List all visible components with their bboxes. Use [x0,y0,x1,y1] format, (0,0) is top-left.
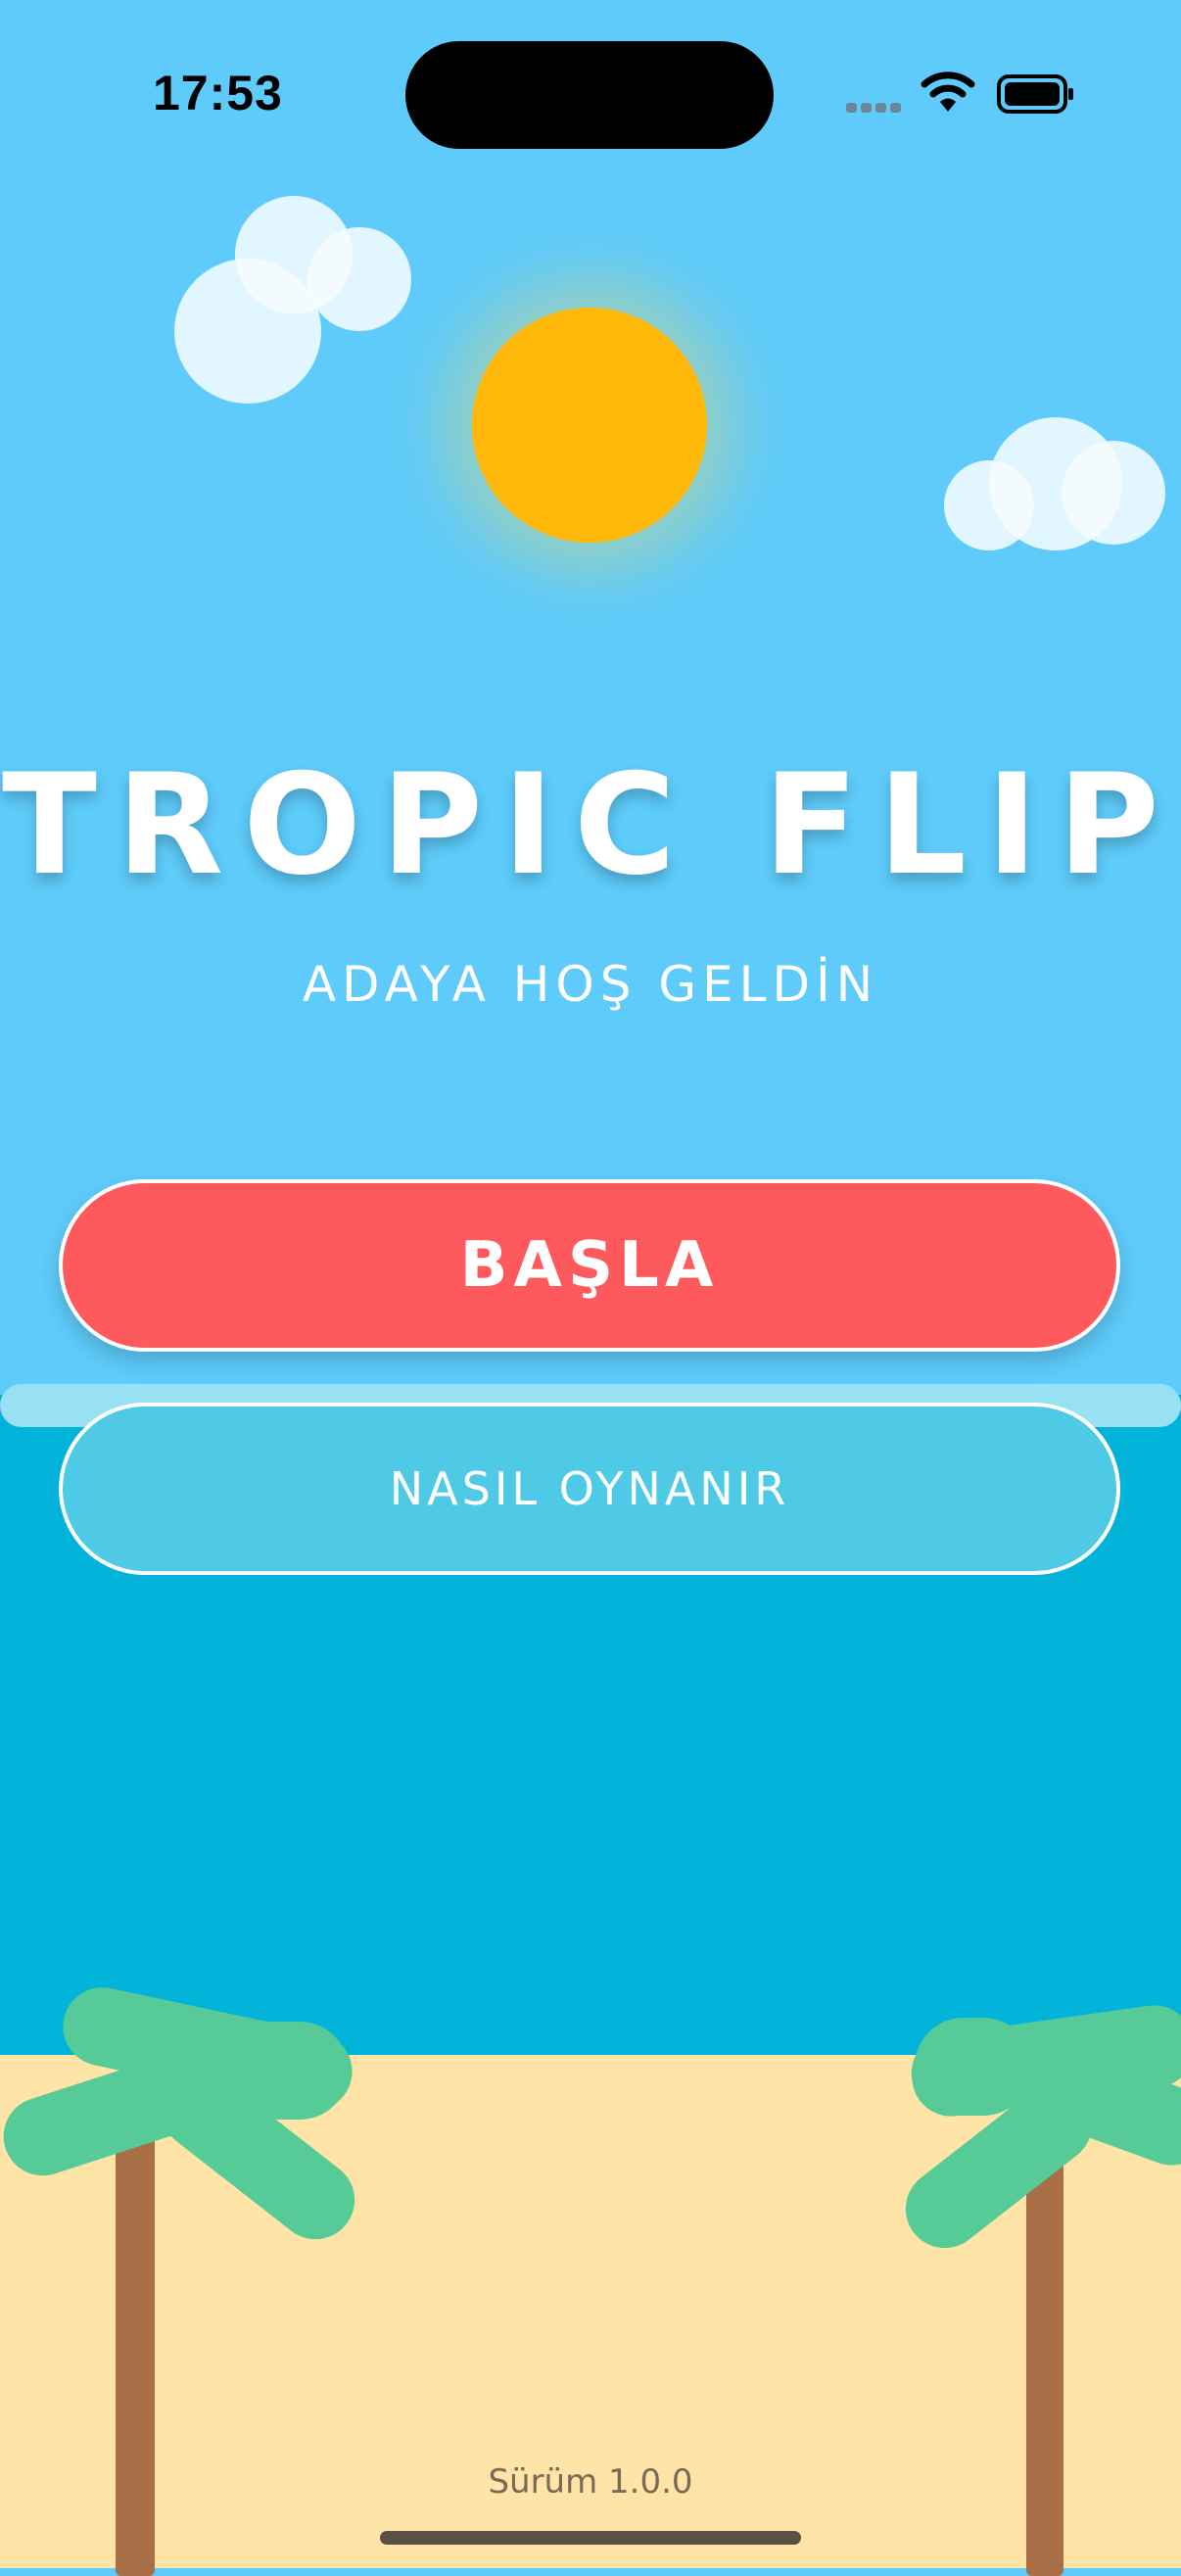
sun [472,308,707,543]
home-indicator[interactable] [380,2531,801,2545]
wifi-icon [921,72,975,112]
game-subtitle: ADAYA HOŞ GELDİN [302,956,879,1013]
cloud-left [174,196,415,404]
battery-icon [997,74,1073,114]
dynamic-island [405,41,774,149]
version-label: Sürüm 1.0.0 [488,2462,693,2502]
cellular-icon [846,100,905,118]
game-title: TROPIC FLIP [2,744,1179,906]
cloud-right [944,417,1167,550]
start-button[interactable]: BAŞLA [59,1179,1120,1352]
how-to-play-button[interactable]: NASIL OYNANIR [59,1403,1120,1575]
status-time: 17:53 [153,66,283,120]
